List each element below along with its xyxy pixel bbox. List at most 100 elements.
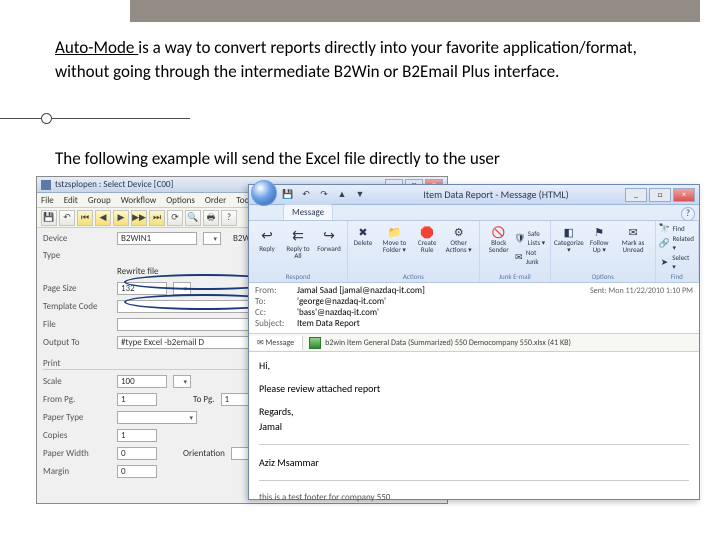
cc-label: Cc: [255,307,297,318]
outputto-field[interactable]: #type Excel -b2email D [117,336,267,349]
app-icon [41,180,51,190]
subject-label: Subject: [255,318,297,329]
ol-maximize-button[interactable]: □ [649,188,671,202]
group-junk-label: Junk E-mail [484,272,546,282]
forward-button[interactable]: ↪Forward [315,223,343,272]
block-sender-button[interactable]: 🚫Block Sender [484,223,514,272]
attachment-item[interactable]: b2win Item General Data (Summarized) 550… [303,337,577,349]
ol-titlebar: 💾 ↶ ↷ ▲ ▼ Item Data Report - Message (HT… [249,185,699,205]
menu-file[interactable]: File [41,195,54,206]
reply-arrow-icon: ↩ [257,225,277,245]
device-field[interactable]: B2WIN1 [117,232,197,245]
body-footer: this is a test footer for company 550 [259,491,689,505]
template-label: Template Code [43,301,113,312]
tool-prev-icon[interactable]: ◀ [95,210,111,226]
related-button[interactable]: 🔗Related ▾ [660,234,695,252]
papertype-field[interactable] [117,411,197,424]
body-name: Jamal [259,419,689,434]
tool-refresh-icon[interactable]: ⟳ [167,210,183,226]
mail-icon: ✉ [626,225,640,239]
help-icon[interactable]: ? [681,207,695,221]
select-button[interactable]: ➤Select ▾ [660,253,695,271]
not-junk-button[interactable]: ✉Not Junk [515,248,546,266]
quick-redo-icon[interactable]: ↷ [317,188,331,202]
reply-all-button[interactable]: ⇇Reply to All [284,223,312,272]
ol-ribbon-tabs: Message [249,205,699,221]
tool-last-icon[interactable]: ⏭ [149,210,165,226]
safe-lists-button[interactable]: 🛡Safe Lists ▾ [515,229,546,247]
quick-next-icon[interactable]: ▼ [353,188,367,202]
rule-button[interactable]: 🛑Create Rule [415,223,440,272]
divider [259,480,689,481]
scale-label: Scale [43,376,113,387]
ol-attachments-bar: ✉ Message b2win Item General Data (Summa… [249,334,699,352]
reply-button[interactable]: ↩Reply [253,223,281,272]
outputto-label: Output To [43,337,113,348]
margin-field[interactable]: 0 [117,465,157,478]
other-actions-button[interactable]: ⚙Other Actions ▾ [443,223,475,272]
delete-x-icon: ✖ [356,225,370,239]
tool-play-icon[interactable]: ▶ [113,210,129,226]
to-value: 'george@nazdaq-it.com' [297,296,693,307]
delete-button[interactable]: ✖Delete [352,223,374,272]
menu-edit[interactable]: Edit [64,195,78,206]
menu-group[interactable]: Group [88,195,111,206]
divider [259,444,689,445]
ol-close-button[interactable]: × [673,188,695,202]
menu-order[interactable]: Order [205,195,226,206]
accent-dot [41,113,52,124]
device-label: Device [43,233,113,244]
message-tab[interactable]: ✉ Message [249,336,303,350]
binoculars-icon: 🔭 [660,223,670,233]
quick-prev-icon[interactable]: ▲ [335,188,349,202]
quick-save-icon[interactable]: 💾 [281,188,295,202]
reply-all-icon: ⇇ [288,225,308,245]
gear-icon: ⚙ [452,225,466,239]
office-orb-icon[interactable] [251,180,277,206]
tool-search-icon[interactable]: 🔍 [185,210,201,226]
find-button[interactable]: 🔭Find [660,223,695,233]
file-field[interactable] [117,318,267,331]
paperwidth-field[interactable]: 0 [117,447,157,460]
papertype-label: Paper Type [43,412,113,423]
ol-body: Hi, Please review attached report Regard… [249,352,699,511]
followup-button[interactable]: ⚑Follow Up ▾ [586,223,613,272]
quick-undo-icon[interactable]: ↶ [299,188,313,202]
folder-icon: 📁 [387,225,401,239]
rule-icon: 🛑 [420,225,434,239]
tool-undo-icon[interactable]: ↶ [59,210,75,226]
scale-combo[interactable] [173,375,191,388]
envelope-icon: ✉ [515,252,523,262]
categorize-button[interactable]: ◧Categorize ▾ [555,223,583,272]
pagesize-label: Page Size [43,283,113,294]
tool-save-icon[interactable]: 💾 [41,210,57,226]
frompg-field[interactable]: 1 [117,393,157,406]
from-label: From: [255,285,297,296]
menu-workflow[interactable]: Workflow [121,195,157,206]
top-accent-bar [130,0,700,22]
move-button[interactable]: 📁Move to Folder ▾ [377,223,412,272]
mark-unread-button[interactable]: ✉Mark as Unread [616,223,651,272]
device-combo[interactable] [203,232,221,245]
tab-message[interactable]: Message [283,204,333,220]
ol-minimize-button[interactable]: _ [625,188,647,202]
tool-print-icon[interactable]: 🖶 [203,210,219,226]
sent-value: Mon 11/22/2010 1:10 PM [608,286,693,296]
subject-value: Item Data Report [297,318,693,329]
tool-help-icon[interactable]: ? [221,210,237,226]
from-value: Jamal Saad [jamal@nazdaq-it.com] [297,285,590,296]
block-icon: 🚫 [492,225,506,239]
paperwidth-label: Paper Width [43,448,113,459]
scale-field[interactable]: 100 [117,375,167,388]
cc-value: 'bass'@nazdaq-it.com' [297,307,693,318]
tool-first-icon[interactable]: ⏮ [77,210,93,226]
accent-line [0,118,190,119]
follow-text: The following example will send the Exce… [55,148,665,169]
copies-field[interactable]: 1 [117,429,157,442]
menu-options[interactable]: Options [166,195,195,206]
orientation-label: Orientation [183,448,225,459]
margin-label: Margin [43,466,113,477]
tool-next-icon[interactable]: ▶▶ [131,210,147,226]
body-signature: Aziz Msammar [259,455,689,470]
type-label: Type [43,250,113,261]
